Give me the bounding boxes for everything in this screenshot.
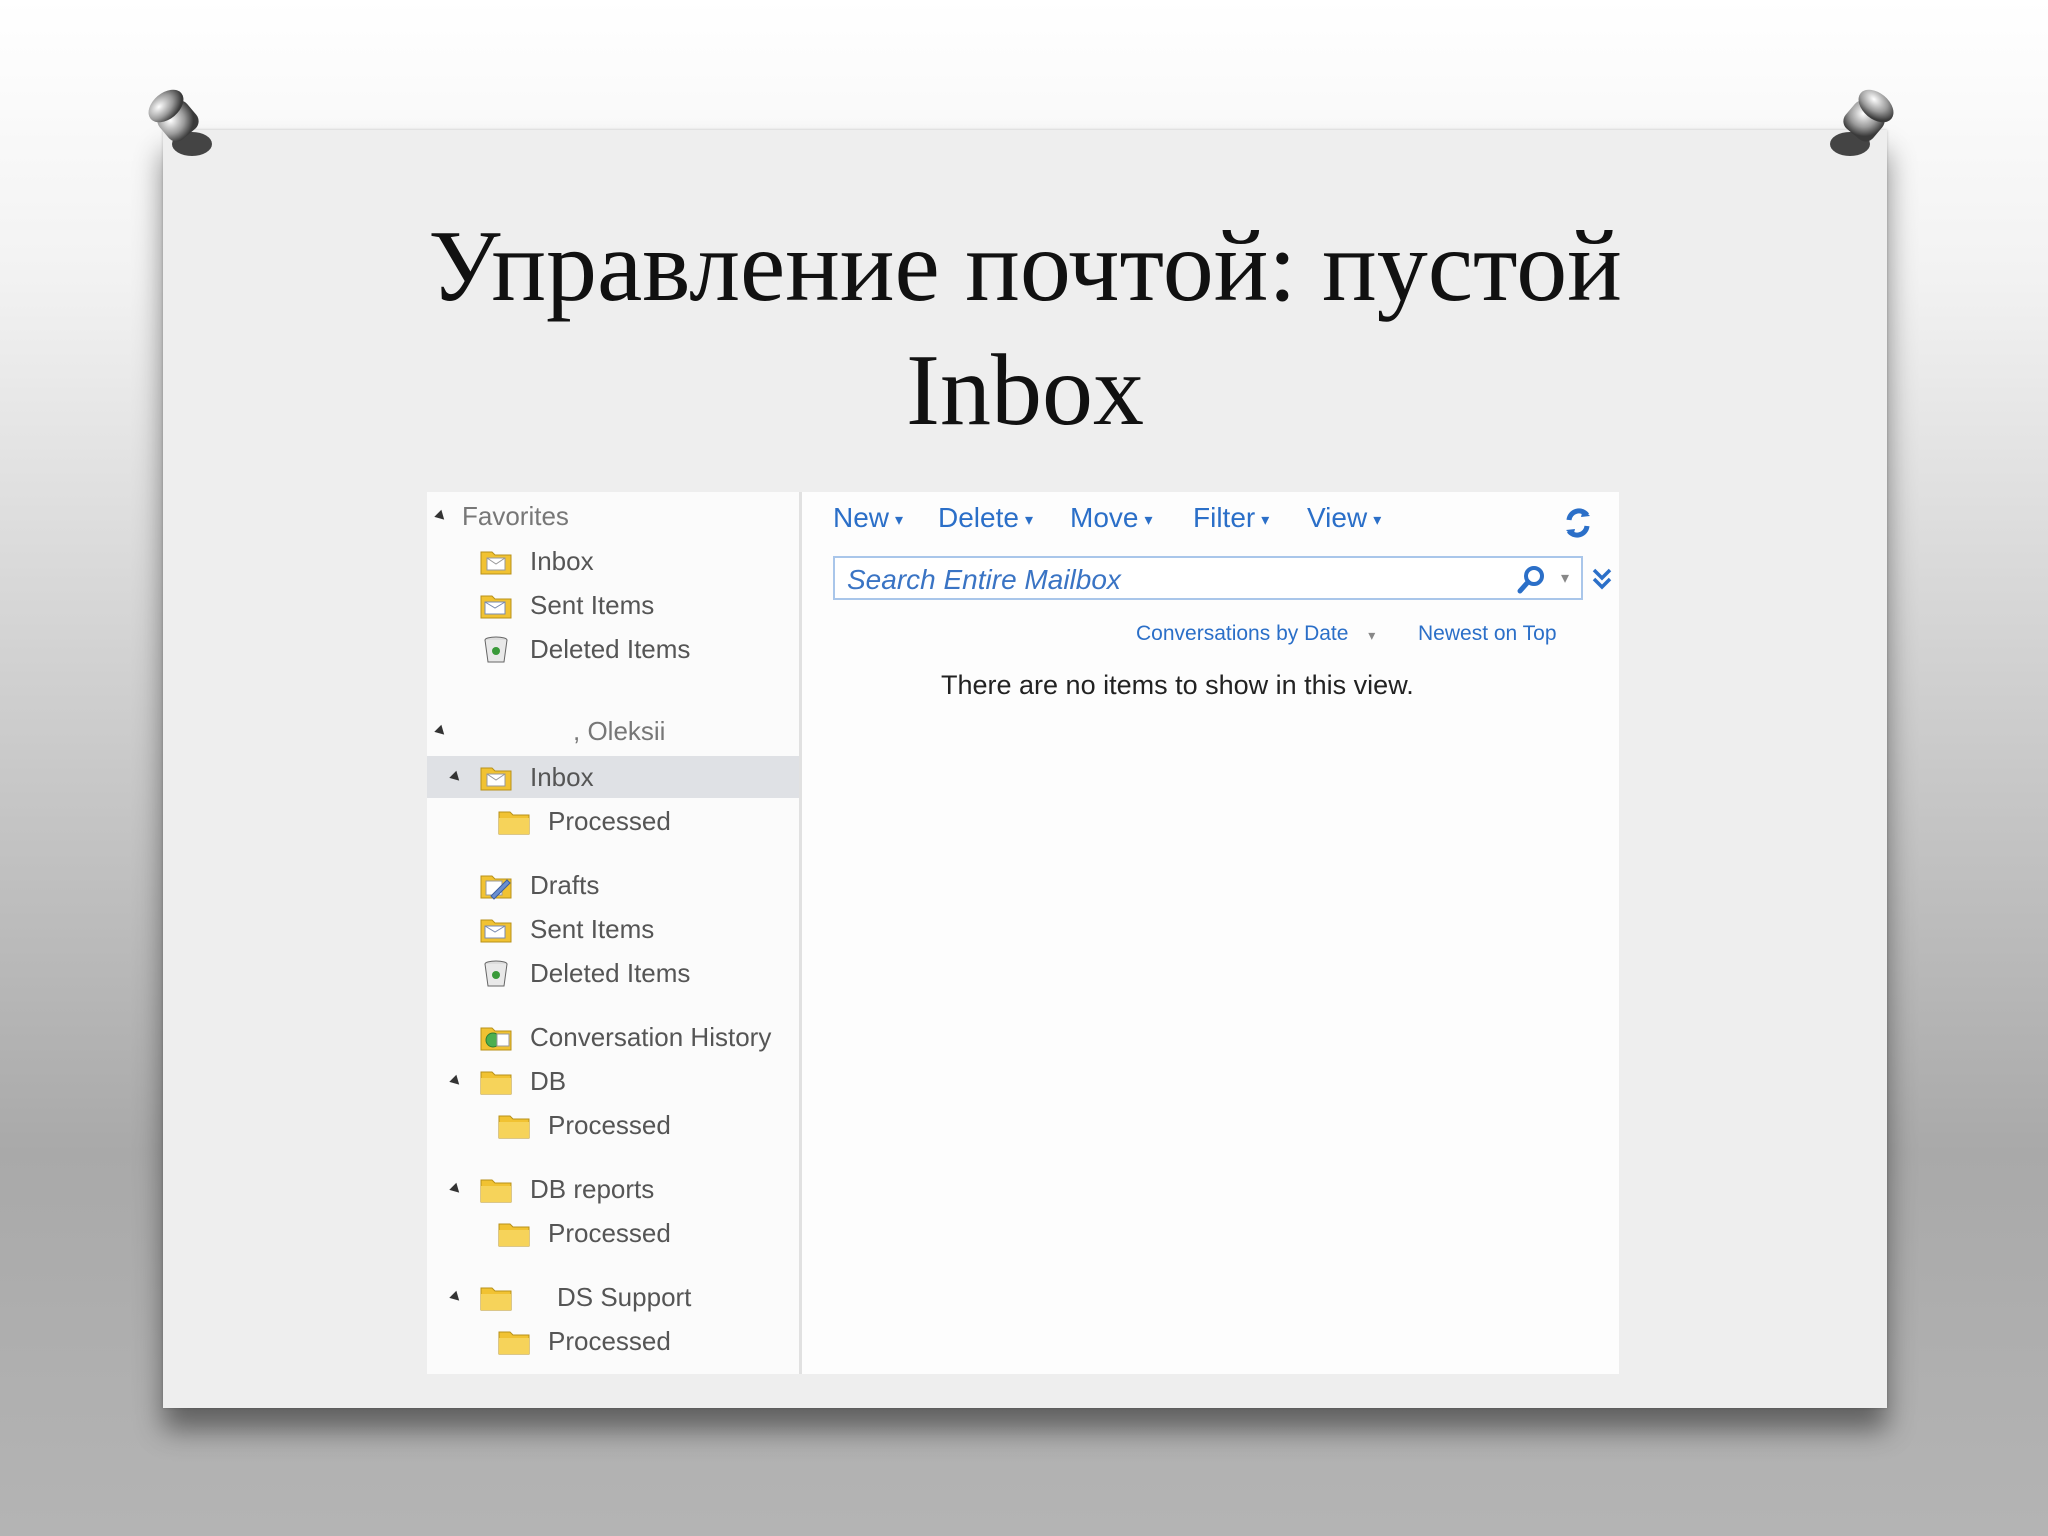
folder-icon: [497, 1326, 531, 1356]
folder-pane: Favorites Inbox Sent Items Deleted Items…: [427, 492, 802, 1374]
chevron-down-icon: ▾: [895, 511, 904, 529]
mailbox-header[interactable]: , Oleksii: [427, 710, 799, 752]
chevron-down-icon: ▾: [1024, 511, 1033, 529]
search-box: ▾: [833, 556, 1583, 600]
view-button[interactable]: View ▾: [1307, 502, 1381, 534]
refresh-icon[interactable]: [1561, 506, 1595, 540]
folder-label: Inbox: [530, 761, 594, 792]
folder-icon: [497, 806, 531, 836]
folder-label: Processed: [548, 1325, 671, 1356]
conversation-history-folder-icon: [479, 1022, 513, 1052]
favorites-item-inbox[interactable]: Inbox: [427, 540, 799, 582]
collapse-triangle-icon[interactable]: [434, 724, 448, 739]
toolbar: New ▾ Delete ▾ Move ▾ Filter ▾ View ▾: [833, 492, 1593, 544]
folder-inbox[interactable]: Inbox: [427, 756, 799, 798]
collapse-triangle-icon[interactable]: [449, 770, 463, 785]
favorites-item-label: Sent Items: [530, 589, 655, 620]
new-button-label: New: [833, 502, 890, 533]
chevron-down-icon: ▾: [1261, 511, 1270, 529]
folder-icon: [479, 1174, 513, 1204]
folder-label: Deleted Items: [530, 957, 691, 988]
collapse-triangle-icon[interactable]: [434, 509, 448, 524]
folder-icon: [497, 1110, 531, 1140]
trash-icon: [479, 958, 513, 988]
folder-label: Conversation History: [530, 1021, 772, 1052]
folder-label: Sent Items: [530, 913, 655, 944]
folder-db[interactable]: DB: [427, 1060, 799, 1102]
chevron-down-icon: ▾: [1373, 511, 1382, 529]
sent-folder-icon: [479, 590, 513, 620]
drafts-folder-icon: [479, 870, 513, 900]
pushpin-icon: [140, 82, 230, 172]
slide-title-line-2: Inbox: [906, 334, 1144, 447]
double-chevron-down-icon[interactable]: [1589, 564, 1615, 594]
inbox-folder-icon: [479, 762, 513, 792]
folder-deleted-items[interactable]: Deleted Items: [427, 952, 799, 994]
folder-label: Processed: [548, 1217, 671, 1248]
favorites-item-label: Inbox: [530, 545, 594, 576]
folder-inbox-processed[interactable]: Processed: [427, 800, 799, 842]
folder-ds-support-processed[interactable]: Processed: [427, 1320, 799, 1362]
trash-icon: [479, 634, 513, 664]
mailbox-owner-label: , Oleksii: [573, 715, 666, 746]
favorites-header[interactable]: Favorites: [427, 495, 799, 537]
favorites-item-sent-items[interactable]: Sent Items: [427, 584, 799, 626]
folder-ds-support[interactable]: DS Support: [427, 1276, 799, 1318]
folder-label: Processed: [548, 805, 671, 836]
filter-button[interactable]: Filter ▾: [1193, 502, 1269, 534]
sent-folder-icon: [479, 914, 513, 944]
folder-icon: [497, 1218, 531, 1248]
folder-icon: [479, 1066, 513, 1096]
chevron-down-icon: ▾: [1368, 627, 1376, 643]
favorites-item-deleted-items[interactable]: Deleted Items: [427, 628, 799, 670]
view-button-label: View: [1307, 502, 1368, 533]
collapse-triangle-icon[interactable]: [449, 1074, 463, 1089]
chevron-down-icon[interactable]: ▾: [1561, 568, 1569, 588]
inbox-folder-icon: [479, 546, 513, 576]
folder-icon: [479, 1282, 513, 1312]
delete-button-label: Delete: [938, 502, 1019, 533]
move-button[interactable]: Move ▾: [1070, 502, 1153, 534]
sort-order-link[interactable]: Newest on Top: [1418, 622, 1557, 646]
folder-db-processed[interactable]: Processed: [427, 1104, 799, 1146]
filter-button-label: Filter: [1193, 502, 1256, 533]
slide-title: Управление почтой: пустой Inbox: [163, 205, 1887, 453]
folder-label: DB: [530, 1065, 567, 1096]
new-button[interactable]: New ▾: [833, 502, 903, 534]
folder-sent-items[interactable]: Sent Items: [427, 908, 799, 950]
search-icon[interactable]: [1515, 564, 1547, 596]
folder-label: Drafts: [530, 869, 600, 900]
folder-label: Processed: [548, 1109, 671, 1140]
delete-button[interactable]: Delete ▾: [938, 502, 1033, 534]
sort-by-dropdown[interactable]: Conversations by Date ▾: [1136, 622, 1375, 646]
sort-by-label: Conversations by Date: [1136, 622, 1349, 645]
favorites-header-label: Favorites: [462, 500, 569, 531]
folder-drafts[interactable]: Drafts: [427, 864, 799, 906]
sort-order-label: Newest on Top: [1418, 622, 1557, 645]
slide-title-line-1: Управление почтой: пустой: [428, 210, 1622, 323]
collapse-triangle-icon[interactable]: [449, 1182, 463, 1197]
folder-label: DS Support: [557, 1281, 692, 1312]
folder-db-reports[interactable]: DB reports: [427, 1168, 799, 1210]
move-button-label: Move: [1070, 502, 1139, 533]
chevron-down-icon: ▾: [1144, 511, 1153, 529]
empty-list-message: There are no items to show in this view.: [941, 670, 1414, 700]
mail-screenshot: Favorites Inbox Sent Items Deleted Items…: [427, 492, 1619, 1374]
folder-label: DB reports: [530, 1173, 655, 1204]
folder-conversation-history[interactable]: Conversation History: [427, 1016, 799, 1058]
folder-db-reports-processed[interactable]: Processed: [427, 1212, 799, 1254]
favorites-item-label: Deleted Items: [530, 633, 691, 664]
collapse-triangle-icon[interactable]: [449, 1290, 463, 1305]
pushpin-icon: [1812, 82, 1902, 172]
search-input[interactable]: [845, 562, 1489, 598]
